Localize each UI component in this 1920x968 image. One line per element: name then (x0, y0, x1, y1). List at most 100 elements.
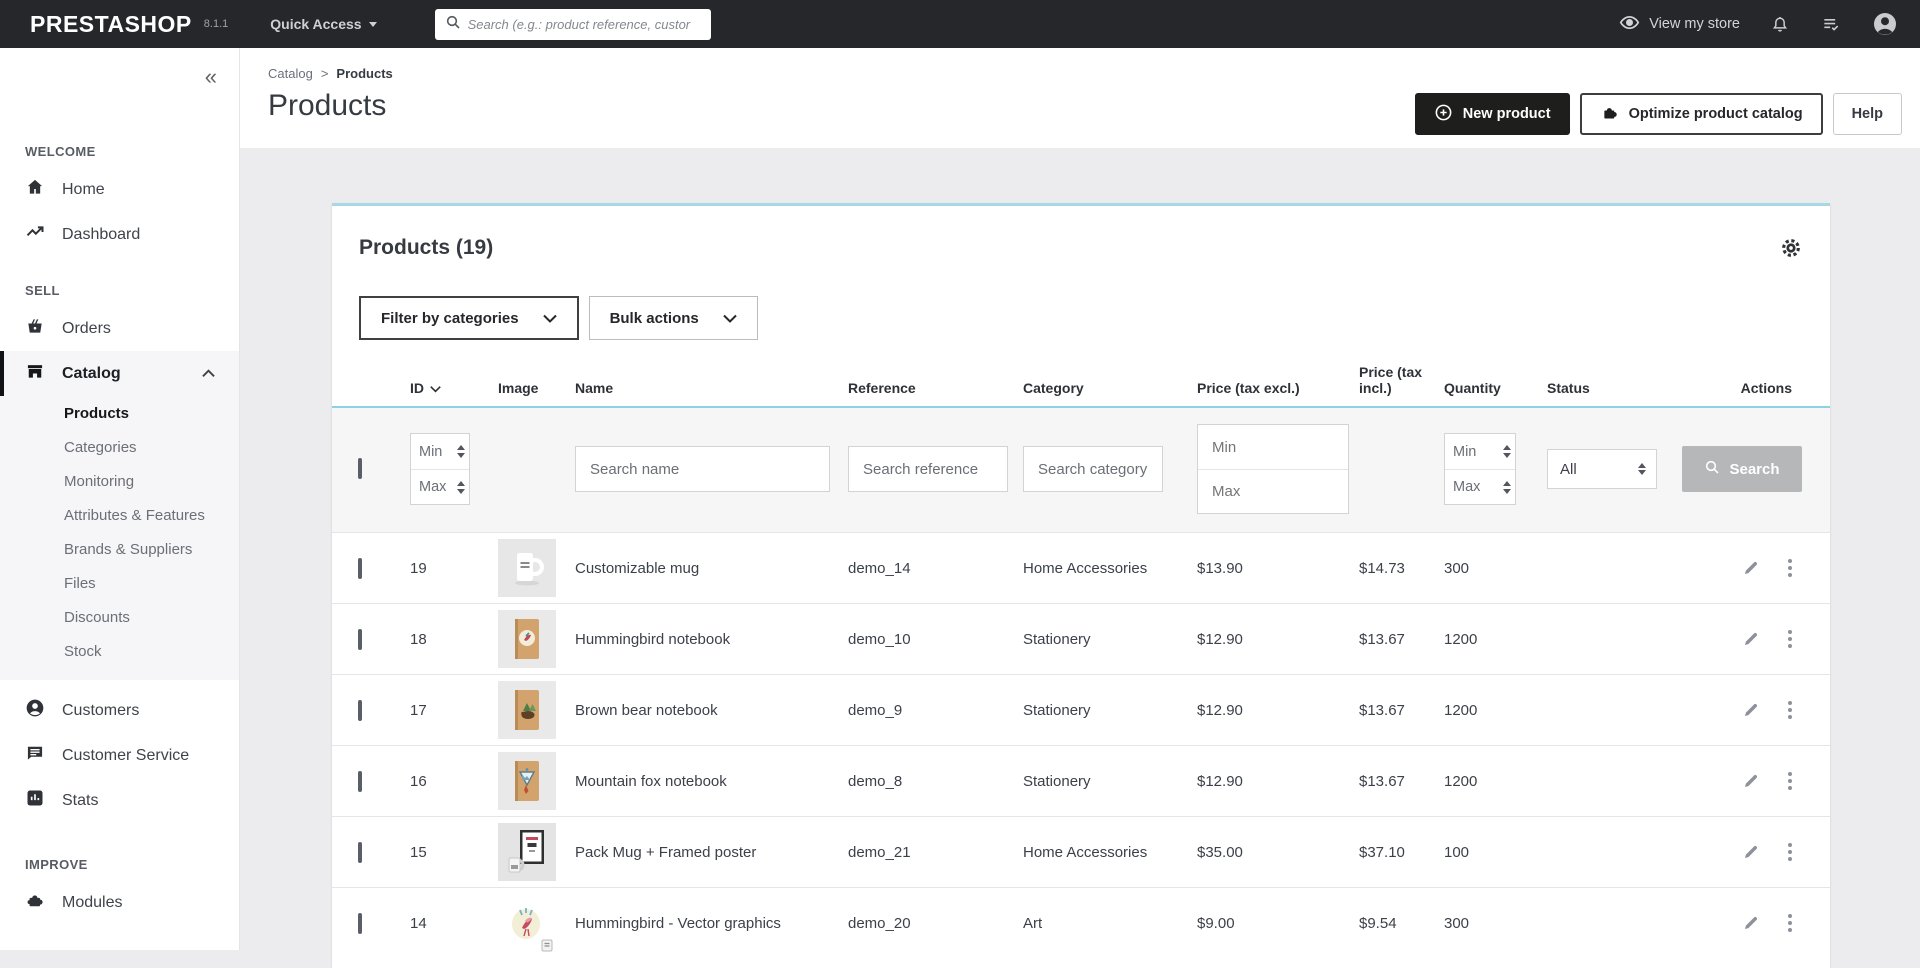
row-checkbox[interactable] (358, 558, 362, 579)
row-checkbox[interactable] (358, 771, 362, 792)
chat-bubble-icon (25, 743, 45, 768)
quantity-min-input[interactable] (1453, 444, 1503, 460)
status-filter-value: All (1560, 461, 1577, 478)
edit-pencil-icon[interactable] (1742, 772, 1760, 790)
account-avatar-icon[interactable] (1872, 11, 1898, 37)
breadcrumb-products: Products (336, 66, 392, 81)
row-menu-dots-icon[interactable] (1788, 630, 1792, 648)
sidebar-subitem-discounts[interactable]: Discounts (0, 600, 239, 634)
cell-name: Hummingbird - Vector graphics (575, 915, 848, 932)
cell-name: Customizable mug (575, 560, 848, 577)
row-menu-dots-icon[interactable] (1788, 914, 1792, 932)
product-image-hummingbird-vector (498, 894, 556, 952)
sidebar-item-stats[interactable]: Stats (0, 778, 239, 823)
new-product-button[interactable]: New product (1415, 93, 1570, 135)
cell-id: 18 (410, 631, 498, 648)
sidebar-subitem-products[interactable]: Products (0, 396, 239, 430)
search-input[interactable] (468, 17, 701, 32)
stepper-arrows-icon[interactable] (457, 445, 465, 458)
row-menu-dots-icon[interactable] (1788, 559, 1792, 577)
gear-icon[interactable] (1780, 237, 1802, 259)
cell-price-incl: $37.10 (1359, 844, 1444, 861)
sidebar-item-catalog[interactable]: Catalog (0, 351, 239, 396)
home-icon (25, 177, 45, 202)
table-row[interactable]: 18 Hummingbird notebook demo_10 Statione… (332, 603, 1830, 674)
sidebar-item-home[interactable]: Home (0, 167, 239, 212)
sidebar-subitem-monitoring[interactable]: Monitoring (0, 464, 239, 498)
filter-by-categories-button[interactable]: Filter by categories (359, 296, 579, 340)
bulk-actions-button[interactable]: Bulk actions (589, 296, 758, 340)
sidebar-subitem-files[interactable]: Files (0, 566, 239, 600)
search-category-input[interactable] (1023, 446, 1163, 492)
edit-pencil-icon[interactable] (1742, 914, 1760, 932)
help-label: Help (1852, 106, 1883, 122)
cell-category: Home Accessories (1023, 560, 1197, 577)
view-my-store-link[interactable]: View my store (1619, 12, 1740, 37)
product-image-mountain-fox-notebook (498, 752, 556, 810)
quick-access-menu[interactable]: Quick Access (270, 16, 376, 32)
notifications-bell-icon[interactable] (1770, 14, 1790, 35)
cell-price-incl: $13.67 (1359, 702, 1444, 719)
quantity-max-input[interactable] (1453, 479, 1503, 495)
sidebar-section-improve: IMPROVE (0, 857, 239, 872)
sidebar-subitem-attributes-features[interactable]: Attributes & Features (0, 498, 239, 532)
sidebar-item-customer-service[interactable]: Customer Service (0, 733, 239, 778)
sidebar-item-modules[interactable]: Modules (0, 880, 239, 925)
sidebar-item-orders[interactable]: Orders (0, 306, 239, 351)
search-reference-input[interactable] (848, 446, 1008, 492)
sidebar-item-customers[interactable]: Customers (0, 688, 239, 733)
trending-up-icon (25, 222, 45, 247)
row-checkbox[interactable] (358, 700, 362, 721)
table-row[interactable]: 16 Mountain fox notebook demo_8 Statione… (332, 745, 1830, 816)
stepper-arrows-icon[interactable] (457, 481, 465, 494)
sidebar-subitem-stock[interactable]: Stock (0, 634, 239, 668)
row-menu-dots-icon[interactable] (1788, 843, 1792, 861)
search-name-input[interactable] (575, 446, 830, 492)
edit-pencil-icon[interactable] (1742, 701, 1760, 719)
column-header-actions: Actions (1677, 380, 1804, 396)
column-header-price-incl: Price (tax incl.) (1359, 364, 1444, 396)
id-min-input[interactable] (419, 444, 457, 460)
table-row[interactable]: 17 Brown bear notebook demo_9 Stationery… (332, 674, 1830, 745)
price-max-input[interactable] (1198, 469, 1348, 513)
select-all-checkbox[interactable] (358, 458, 362, 479)
filter-by-categories-label: Filter by categories (381, 310, 519, 327)
cell-reference: demo_21 (848, 844, 1023, 861)
quick-access-label: Quick Access (270, 16, 361, 32)
column-header-id[interactable]: ID (410, 380, 498, 396)
optimize-product-catalog-button[interactable]: Optimize product catalog (1580, 93, 1823, 135)
edit-pencil-icon[interactable] (1742, 559, 1760, 577)
cell-price-excl: $12.90 (1197, 702, 1359, 719)
search-icon (1704, 459, 1720, 479)
prestashop-logo: PRESTASHOP (30, 11, 192, 38)
help-button[interactable]: Help (1833, 93, 1902, 135)
edit-pencil-icon[interactable] (1742, 843, 1760, 861)
new-product-label: New product (1463, 106, 1551, 122)
price-min-input[interactable] (1198, 425, 1348, 469)
cell-id: 17 (410, 702, 498, 719)
sidebar-subitem-brands-suppliers[interactable]: Brands & Suppliers (0, 532, 239, 566)
stepper-arrows-icon[interactable] (1503, 445, 1511, 458)
row-menu-dots-icon[interactable] (1788, 772, 1792, 790)
sidebar-item-dashboard[interactable]: Dashboard (0, 212, 239, 257)
sidebar-collapse-button[interactable]: « (205, 66, 217, 88)
row-checkbox[interactable] (358, 913, 362, 934)
chevron-down-icon (369, 22, 377, 27)
cell-price-incl: $9.54 (1359, 915, 1444, 932)
sidebar-subitem-categories[interactable]: Categories (0, 430, 239, 464)
breadcrumb-catalog[interactable]: Catalog (268, 66, 313, 81)
row-checkbox[interactable] (358, 629, 362, 650)
stepper-arrows-icon[interactable] (1503, 481, 1511, 494)
table-row[interactable]: 15 Pack Mug + Framed poster demo_21 Home… (332, 816, 1830, 887)
status-filter-select[interactable]: All (1547, 449, 1657, 489)
table-row[interactable]: 19 Customizable mug demo_14 Home Accesso… (332, 532, 1830, 603)
table-row[interactable]: 14 Hummingbird - Vector graphics demo_20 (332, 887, 1830, 958)
table-search-button[interactable]: Search (1682, 446, 1802, 492)
cell-price-excl: $12.90 (1197, 631, 1359, 648)
row-checkbox[interactable] (358, 842, 362, 863)
row-menu-dots-icon[interactable] (1788, 701, 1792, 719)
id-max-input[interactable] (419, 479, 457, 495)
activity-list-check-icon[interactable] (1820, 14, 1842, 34)
edit-pencil-icon[interactable] (1742, 630, 1760, 648)
cell-id: 19 (410, 560, 498, 577)
